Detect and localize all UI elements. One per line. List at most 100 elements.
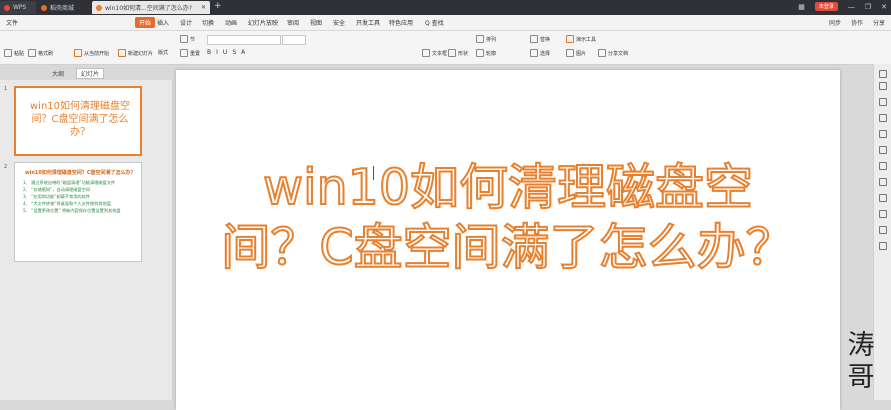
shape-button[interactable]: 形状	[448, 49, 468, 57]
menu-design[interactable]: 设计	[180, 18, 192, 27]
slide-thumbnail-2[interactable]: win10如何清理磁盘空间？C盘空间满了怎么办？ 1、 通过系统自带的“磁盘清理…	[14, 162, 142, 262]
presentation-icon	[96, 4, 102, 11]
select-icon	[530, 49, 538, 57]
select-button[interactable]: 选择	[530, 49, 550, 57]
image-icon[interactable]	[879, 194, 887, 202]
slide-canvas[interactable]: win10如何清理磁盘空间？C盘空间满了怎么办？	[176, 70, 840, 410]
store-icon	[41, 4, 47, 11]
picture-icon	[566, 49, 574, 57]
chart-icon[interactable]	[879, 178, 887, 186]
strike-icon[interactable]: S	[232, 49, 236, 56]
textbox-icon	[422, 49, 430, 57]
menu-developer[interactable]: 开发工具	[356, 18, 380, 27]
list-item: 3、 “应用和功能”卸载不常用的软件	[23, 194, 90, 199]
tab-outline[interactable]: 大纲	[52, 69, 64, 78]
new-slide-button[interactable]: 新建幻灯片	[118, 49, 153, 57]
panel-tabs: 大纲 幻灯片	[0, 66, 170, 80]
underline-icon[interactable]: U	[223, 49, 227, 56]
new-tab-icon[interactable]: +	[214, 1, 222, 11]
table-icon[interactable]	[879, 162, 887, 170]
menu-transition[interactable]: 切换	[202, 18, 214, 27]
picture-button[interactable]: 图片	[566, 49, 586, 57]
menu-file[interactable]: 文件	[6, 18, 18, 27]
share-document-icon	[598, 49, 606, 57]
maximize-icon[interactable]: ❐	[865, 3, 871, 11]
thumb2-heading: win10如何清理磁盘空间？C盘空间满了怎么办？	[25, 170, 136, 176]
settings-icon[interactable]	[879, 242, 887, 250]
font-name-select[interactable]	[207, 35, 281, 45]
menu-animation[interactable]: 动画	[225, 18, 237, 27]
menu-features[interactable]: 特色应用	[389, 18, 413, 27]
window-controls: ▦ 未登录 — ❐ ✕	[798, 2, 887, 11]
login-button[interactable]: 未登录	[814, 2, 838, 11]
format-painter-icon	[28, 49, 36, 57]
play-from-current-button[interactable]: 从当前开始	[74, 49, 109, 57]
list-item: 4、 “大文件转移”将桌面和个人文件移到其他盘	[23, 201, 111, 206]
share-document-button[interactable]: 分享文档	[598, 49, 628, 57]
menu-slideshow[interactable]: 幻灯片放映	[248, 18, 278, 27]
slide-title[interactable]: win10如何清理磁盘空间？C盘空间满了怎么办？	[216, 158, 800, 278]
section-label: 节	[190, 36, 196, 43]
replace-button[interactable]: 替换	[530, 35, 550, 43]
collapse-icon[interactable]	[879, 70, 887, 78]
slide-thumbnail-1[interactable]: win10如何清理磁盘空间？C盘空间满了怎么办？	[14, 86, 142, 156]
bold-icon[interactable]: B	[207, 49, 211, 56]
section-icon	[180, 35, 188, 43]
outline-button[interactable]: 轮廓	[476, 49, 496, 57]
presentation-tools-button[interactable]: 演示工具	[566, 35, 596, 43]
menu-right-actions: 同步 协作 分享	[829, 18, 885, 27]
menu-security[interactable]: 安全	[333, 18, 345, 27]
menu-review[interactable]: 审阅	[287, 18, 299, 27]
paste-icon	[4, 49, 12, 57]
tab-document[interactable]: win10如何清...空间满了怎么办? ✕	[92, 1, 210, 14]
replace-label: 替换	[540, 36, 551, 43]
arrange-button[interactable]: 排列	[476, 35, 496, 43]
tab-docer-store[interactable]: 稻壳商城	[37, 1, 89, 14]
reset-button[interactable]: 重置	[180, 49, 200, 57]
animation-icon[interactable]	[879, 98, 887, 106]
list-item: 2、 “存储感知”，自动清理磁盘空间	[23, 187, 90, 192]
replace-icon	[530, 35, 538, 43]
layout-button[interactable]: 版式	[158, 49, 168, 56]
tab-wps[interactable]: WPS	[0, 1, 36, 14]
layout-label: 版式	[158, 50, 169, 56]
format-painter-button[interactable]: 格式刷	[28, 49, 53, 57]
slide-thumbnails: 1 win10如何清理磁盘空间？C盘空间满了怎么办？ 2 win10如何清理磁盘…	[0, 80, 173, 400]
collab-button[interactable]: 协作	[851, 18, 863, 27]
help-icon[interactable]	[879, 210, 887, 218]
outline-label: 轮廓	[486, 50, 497, 57]
tab-slides[interactable]: 幻灯片	[76, 68, 105, 79]
thumb2-list: 1、 通过系统自带的“磁盘清理”功能清理磁盘文件 2、 “存储感知”，自动清理磁…	[23, 179, 137, 214]
textbox-button[interactable]: 文本框	[422, 49, 447, 57]
paste-label: 粘贴	[14, 50, 25, 57]
close-icon[interactable]: ✕	[881, 3, 887, 11]
tab-store-label: 稻壳商城	[50, 5, 75, 12]
style-icon[interactable]	[879, 130, 887, 138]
close-tab-icon[interactable]: ✕	[201, 4, 206, 11]
menu-view[interactable]: 视图	[310, 18, 322, 27]
text-cursor	[373, 166, 374, 180]
backup-icon[interactable]	[879, 226, 887, 234]
italic-icon[interactable]: I	[216, 49, 218, 56]
arrange-label: 排列	[486, 36, 497, 43]
transition-icon[interactable]	[879, 114, 887, 122]
property-icon[interactable]	[879, 82, 887, 90]
shape-label: 形状	[458, 50, 469, 57]
menu-home[interactable]: 开始	[135, 17, 156, 28]
reset-label: 重置	[190, 50, 201, 57]
play-from-current-label: 从当前开始	[84, 50, 110, 57]
share-button[interactable]: 分享	[873, 18, 885, 27]
menu-search[interactable]: Q 查找	[425, 18, 444, 27]
sync-button[interactable]: 同步	[829, 18, 841, 27]
section-button[interactable]: 节	[180, 35, 195, 43]
layout-icon[interactable]	[879, 146, 887, 154]
share-document-label: 分享文档	[608, 50, 629, 57]
font-color-icon[interactable]: A	[241, 49, 245, 56]
grid-icon[interactable]: ▦	[798, 3, 805, 11]
menu-insert[interactable]: 插入	[157, 18, 169, 27]
ribbon-toolbar: 粘贴 格式刷 从当前开始 新建幻灯片 版式 节 重置 B I U S A 文本框…	[0, 31, 891, 65]
minimize-icon[interactable]: —	[848, 3, 855, 11]
font-size-select[interactable]	[282, 35, 306, 45]
list-item: 1、 通过系统自带的“磁盘清理”功能清理磁盘文件	[23, 180, 116, 185]
paste-button[interactable]: 粘贴	[4, 49, 24, 57]
